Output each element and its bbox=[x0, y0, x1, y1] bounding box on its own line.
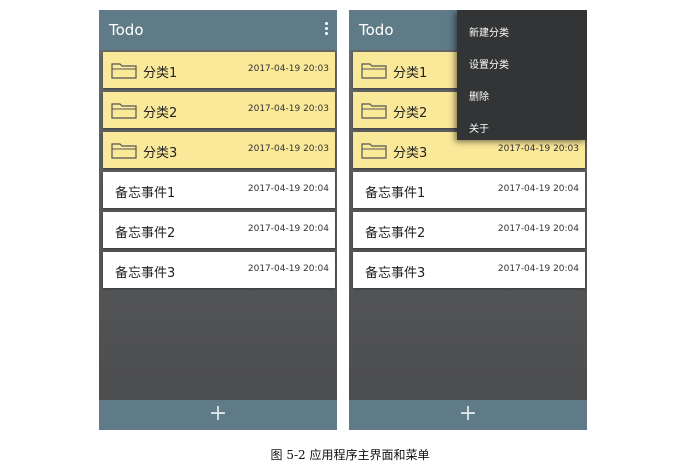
memo-datetime: 2017-04-19 20:04 bbox=[497, 264, 579, 274]
overflow-menu: 新建分类 设置分类 删除 关于 bbox=[457, 10, 587, 140]
menu-item-new-category[interactable]: 新建分类 bbox=[469, 24, 509, 39]
category-row[interactable]: 分类2 2017-04-19 20:03 bbox=[103, 92, 335, 128]
category-label: 分类1 bbox=[143, 66, 178, 81]
memo-label: 备忘事件3 bbox=[365, 266, 426, 281]
folder-icon bbox=[111, 63, 137, 79]
main-screen: Todo 分类1 2017-04-19 20:03 分类2 2017-04-19… bbox=[99, 10, 337, 430]
folder-icon bbox=[111, 103, 137, 119]
menu-item-set-category[interactable]: 设置分类 bbox=[469, 56, 509, 71]
memo-label: 备忘事件2 bbox=[365, 226, 426, 241]
bottom-bar: + bbox=[99, 400, 337, 430]
figure-caption: 图 5-2 应用程序主界面和菜单 bbox=[270, 448, 430, 462]
memo-row[interactable]: 备忘事件3 2017-04-19 20:04 bbox=[103, 252, 335, 288]
category-row[interactable]: 分类3 2017-04-19 20:03 bbox=[103, 132, 335, 168]
category-label: 分类1 bbox=[393, 66, 428, 81]
memo-row[interactable]: 备忘事件2 2017-04-19 20:04 bbox=[103, 212, 335, 248]
menu-item-about[interactable]: 关于 bbox=[469, 120, 489, 135]
memo-datetime: 2017-04-19 20:04 bbox=[497, 224, 579, 234]
memo-row[interactable]: 备忘事件2 2017-04-19 20:04 bbox=[353, 212, 585, 248]
folder-icon bbox=[361, 143, 387, 159]
category-label: 分类3 bbox=[143, 146, 178, 161]
memo-datetime: 2017-04-19 20:04 bbox=[247, 224, 329, 234]
add-icon[interactable]: + bbox=[209, 403, 227, 425]
app-bar: Todo bbox=[99, 10, 337, 50]
folder-icon bbox=[361, 63, 387, 79]
category-label: 分类3 bbox=[393, 146, 428, 161]
memo-label: 备忘事件1 bbox=[115, 186, 176, 201]
add-icon[interactable]: + bbox=[459, 403, 477, 425]
category-label: 分类2 bbox=[143, 106, 178, 121]
bottom-bar: + bbox=[349, 400, 587, 430]
category-label: 分类2 bbox=[393, 106, 428, 121]
memo-datetime: 2017-04-19 20:04 bbox=[247, 184, 329, 194]
app-title: Todo bbox=[359, 21, 394, 39]
menu-item-delete[interactable]: 删除 bbox=[469, 88, 489, 103]
memo-label: 备忘事件2 bbox=[115, 226, 176, 241]
main-screen-with-menu: Todo 分类1 2017-04-19 20:03 分类2 2017-04-19… bbox=[349, 10, 587, 430]
category-datetime: 2017-04-19 20:03 bbox=[497, 144, 579, 154]
memo-label: 备忘事件3 bbox=[115, 266, 176, 281]
folder-icon bbox=[361, 103, 387, 119]
category-row[interactable]: 分类1 2017-04-19 20:03 bbox=[103, 52, 335, 88]
memo-row[interactable]: 备忘事件1 2017-04-19 20:04 bbox=[103, 172, 335, 208]
todo-list: 分类1 2017-04-19 20:03 分类2 2017-04-19 20:0… bbox=[103, 52, 335, 292]
memo-row[interactable]: 备忘事件3 2017-04-19 20:04 bbox=[353, 252, 585, 288]
category-datetime: 2017-04-19 20:03 bbox=[247, 144, 329, 154]
memo-datetime: 2017-04-19 20:04 bbox=[247, 264, 329, 274]
memo-label: 备忘事件1 bbox=[365, 186, 426, 201]
category-datetime: 2017-04-19 20:03 bbox=[247, 64, 329, 74]
category-datetime: 2017-04-19 20:03 bbox=[247, 104, 329, 114]
folder-icon bbox=[111, 143, 137, 159]
memo-datetime: 2017-04-19 20:04 bbox=[497, 184, 579, 194]
overflow-menu-icon[interactable] bbox=[321, 20, 331, 40]
memo-row[interactable]: 备忘事件1 2017-04-19 20:04 bbox=[353, 172, 585, 208]
app-title: Todo bbox=[109, 21, 144, 39]
